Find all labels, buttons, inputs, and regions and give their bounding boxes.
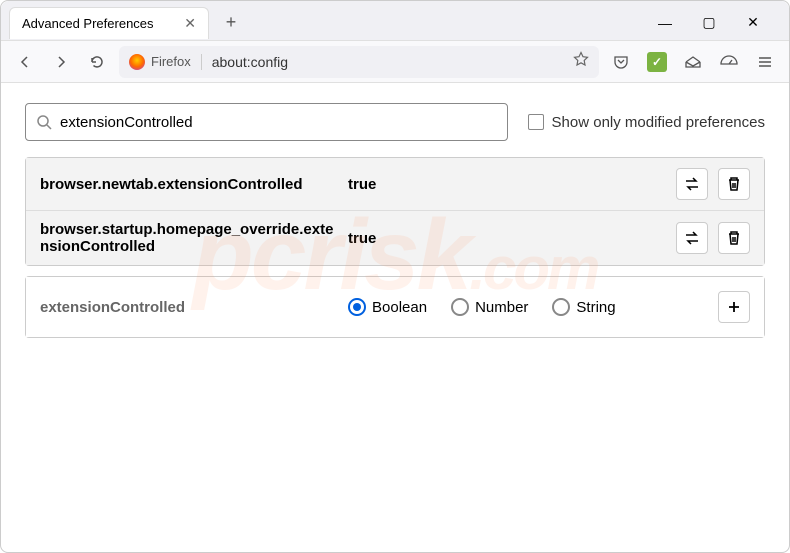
add-pref-name: extensionControlled [40, 299, 340, 316]
pref-name: browser.startup.homepage_override.extens… [40, 221, 340, 255]
pref-value: true [348, 230, 668, 247]
toggle-button[interactable] [676, 222, 708, 254]
modified-only-label: Show only modified preferences [552, 114, 765, 131]
window-close-button[interactable]: ✕ [741, 11, 765, 35]
back-button[interactable] [11, 48, 39, 76]
inbox-icon[interactable] [679, 48, 707, 76]
window-maximize-button[interactable]: ▢ [697, 11, 721, 35]
close-tab-icon[interactable]: ✕ [184, 15, 196, 32]
modified-only-checkbox[interactable] [528, 114, 544, 130]
radio-string[interactable]: String [552, 298, 615, 316]
forward-button[interactable] [47, 48, 75, 76]
add-button[interactable] [718, 291, 750, 323]
radio-input-boolean[interactable] [348, 298, 366, 316]
type-radio-group: Boolean Number String [348, 298, 710, 316]
search-box [25, 103, 508, 141]
table-row: browser.newtab.extensionControlled true [26, 158, 764, 211]
plus-icon [726, 299, 742, 315]
window-minimize-button[interactable]: — [653, 11, 677, 35]
identity-label: Firefox [151, 54, 191, 69]
radio-number[interactable]: Number [451, 298, 528, 316]
search-icon [36, 114, 52, 130]
url-bar[interactable]: Firefox about:config [119, 46, 599, 78]
content-area: Show only modified preferences browser.n… [1, 83, 789, 358]
toggle-button[interactable] [676, 168, 708, 200]
delete-button[interactable] [718, 168, 750, 200]
modified-only-checkbox-wrap[interactable]: Show only modified preferences [528, 114, 765, 131]
toggle-icon [683, 175, 701, 193]
pref-name: browser.newtab.extensionControlled [40, 176, 340, 193]
trash-icon [726, 230, 742, 246]
bookmark-star-icon[interactable] [573, 51, 589, 72]
radio-input-number[interactable] [451, 298, 469, 316]
tab-title: Advanced Preferences [22, 16, 154, 31]
menu-button[interactable] [751, 48, 779, 76]
radio-label: String [576, 299, 615, 316]
url-identity: Firefox [129, 54, 202, 70]
search-input[interactable] [60, 114, 497, 131]
toggle-icon [683, 229, 701, 247]
radio-label: Boolean [372, 299, 427, 316]
radio-input-string[interactable] [552, 298, 570, 316]
dashboard-icon[interactable] [715, 48, 743, 76]
pocket-button[interactable] [607, 48, 635, 76]
pref-value: true [348, 176, 668, 193]
delete-button[interactable] [718, 222, 750, 254]
trash-icon [726, 176, 742, 192]
firefox-logo-icon [129, 54, 145, 70]
radio-label: Number [475, 299, 528, 316]
extension-icon[interactable]: ✓ [643, 48, 671, 76]
tab-bar: Advanced Preferences ✕ + — ▢ ✕ [1, 1, 789, 41]
navigation-bar: Firefox about:config ✓ [1, 41, 789, 83]
url-text: about:config [212, 54, 563, 70]
browser-tab[interactable]: Advanced Preferences ✕ [9, 7, 209, 39]
radio-boolean[interactable]: Boolean [348, 298, 427, 316]
reload-button[interactable] [83, 48, 111, 76]
preferences-table: browser.newtab.extensionControlled true … [25, 157, 765, 266]
add-preference-table: extensionControlled Boolean Number Strin… [25, 276, 765, 338]
table-row: browser.startup.homepage_override.extens… [26, 211, 764, 265]
new-tab-button[interactable]: + [217, 9, 245, 37]
